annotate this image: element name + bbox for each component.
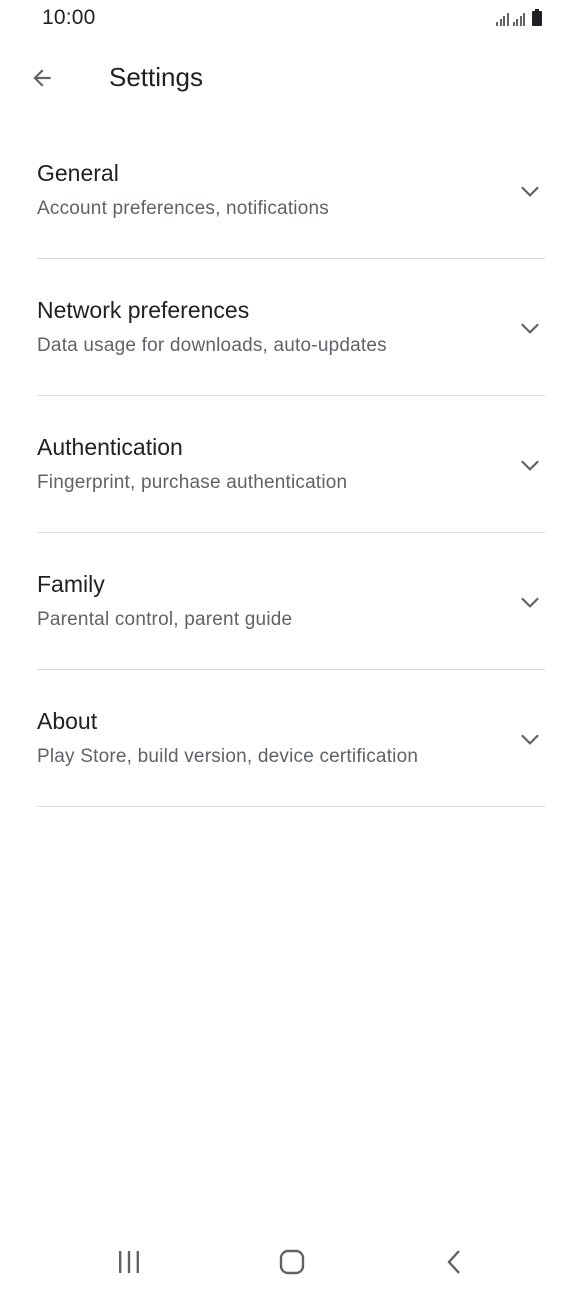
item-subtitle: Data usage for downloads, auto-updates xyxy=(37,335,387,356)
chevron-down-icon[interactable] xyxy=(517,452,543,478)
settings-item-family[interactable]: Family Parental control, parent guide xyxy=(37,533,545,670)
item-subtitle: Play Store, build version, device certif… xyxy=(37,746,419,767)
item-title: Family xyxy=(37,571,105,597)
item-title: About xyxy=(37,708,98,734)
settings-item-network-preferences[interactable]: Network preferences Data usage for downl… xyxy=(37,259,545,396)
chevron-down-icon[interactable] xyxy=(517,726,543,752)
recents-icon xyxy=(119,1251,139,1273)
app-bar: Settings xyxy=(0,44,582,114)
item-title: Network preferences xyxy=(37,297,250,323)
chevron-down-icon[interactable] xyxy=(517,315,543,341)
settings-list: General Account preferences, notificatio… xyxy=(37,122,545,807)
settings-item-about[interactable]: About Play Store, build version, device … xyxy=(37,670,545,807)
signal-icon xyxy=(512,10,525,26)
status-bar: 10:00 xyxy=(0,0,582,36)
item-title: Authentication xyxy=(37,434,183,460)
nav-back-button[interactable] xyxy=(431,1246,479,1278)
chevron-down-icon[interactable] xyxy=(517,178,543,204)
item-subtitle: Fingerprint, purchase authentication xyxy=(37,472,348,493)
home-button[interactable] xyxy=(268,1246,316,1278)
system-nav-bar xyxy=(0,1232,582,1292)
back-icon xyxy=(447,1250,460,1274)
status-time: 10:00 xyxy=(42,6,96,29)
settings-item-general[interactable]: General Account preferences, notificatio… xyxy=(37,122,545,259)
item-subtitle: Account preferences, notifications xyxy=(37,198,329,219)
item-subtitle: Parental control, parent guide xyxy=(37,609,293,630)
page-title: Settings xyxy=(109,62,203,92)
status-icons xyxy=(496,8,542,26)
battery-icon xyxy=(532,9,542,26)
item-title: General xyxy=(37,160,119,186)
signal-icon xyxy=(496,10,509,26)
home-icon xyxy=(279,1249,305,1275)
chevron-down-icon[interactable] xyxy=(517,589,543,615)
arrow-back-icon xyxy=(33,69,51,87)
recents-button[interactable] xyxy=(105,1246,153,1278)
back-button[interactable] xyxy=(20,56,64,100)
settings-item-authentication[interactable]: Authentication Fingerprint, purchase aut… xyxy=(37,396,545,533)
